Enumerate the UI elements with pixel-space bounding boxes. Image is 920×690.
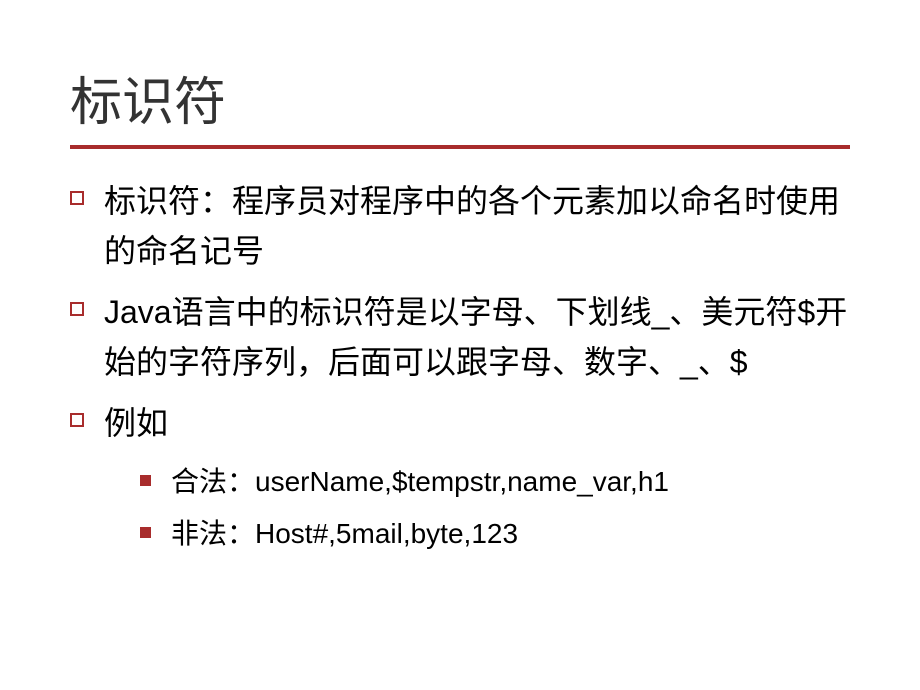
title-divider [70,145,850,149]
bullet-text: Java语言中的标识符是以字母、下划线_、美元符$开始的字符序列，后面可以跟字母… [104,288,850,387]
sub-bullet-text: 合法：userName,$tempstr,name_var,h1 [171,461,669,503]
hollow-square-icon [70,413,84,427]
sub-bullet-text: 非法：Host#,5mail,byte,123 [171,513,518,555]
sub-bullet-list: 合法：userName,$tempstr,name_var,h1 非法：Host… [140,461,850,555]
sub-list-item: 非法：Host#,5mail,byte,123 [140,513,850,555]
main-bullet-list: 标识符：程序员对程序中的各个元素加以命名时使用的命名记号 Java语言中的标识符… [70,177,850,449]
list-item: Java语言中的标识符是以字母、下划线_、美元符$开始的字符序列，后面可以跟字母… [70,288,850,387]
list-item: 标识符：程序员对程序中的各个元素加以命名时使用的命名记号 [70,177,850,276]
bullet-text: 例如 [104,399,168,449]
hollow-square-icon [70,191,84,205]
slide-title: 标识符 [70,60,850,135]
list-item: 例如 [70,399,850,449]
filled-square-icon [140,527,151,538]
bullet-text: 标识符：程序员对程序中的各个元素加以命名时使用的命名记号 [104,177,850,276]
hollow-square-icon [70,302,84,316]
filled-square-icon [140,475,151,486]
sub-list-item: 合法：userName,$tempstr,name_var,h1 [140,461,850,503]
